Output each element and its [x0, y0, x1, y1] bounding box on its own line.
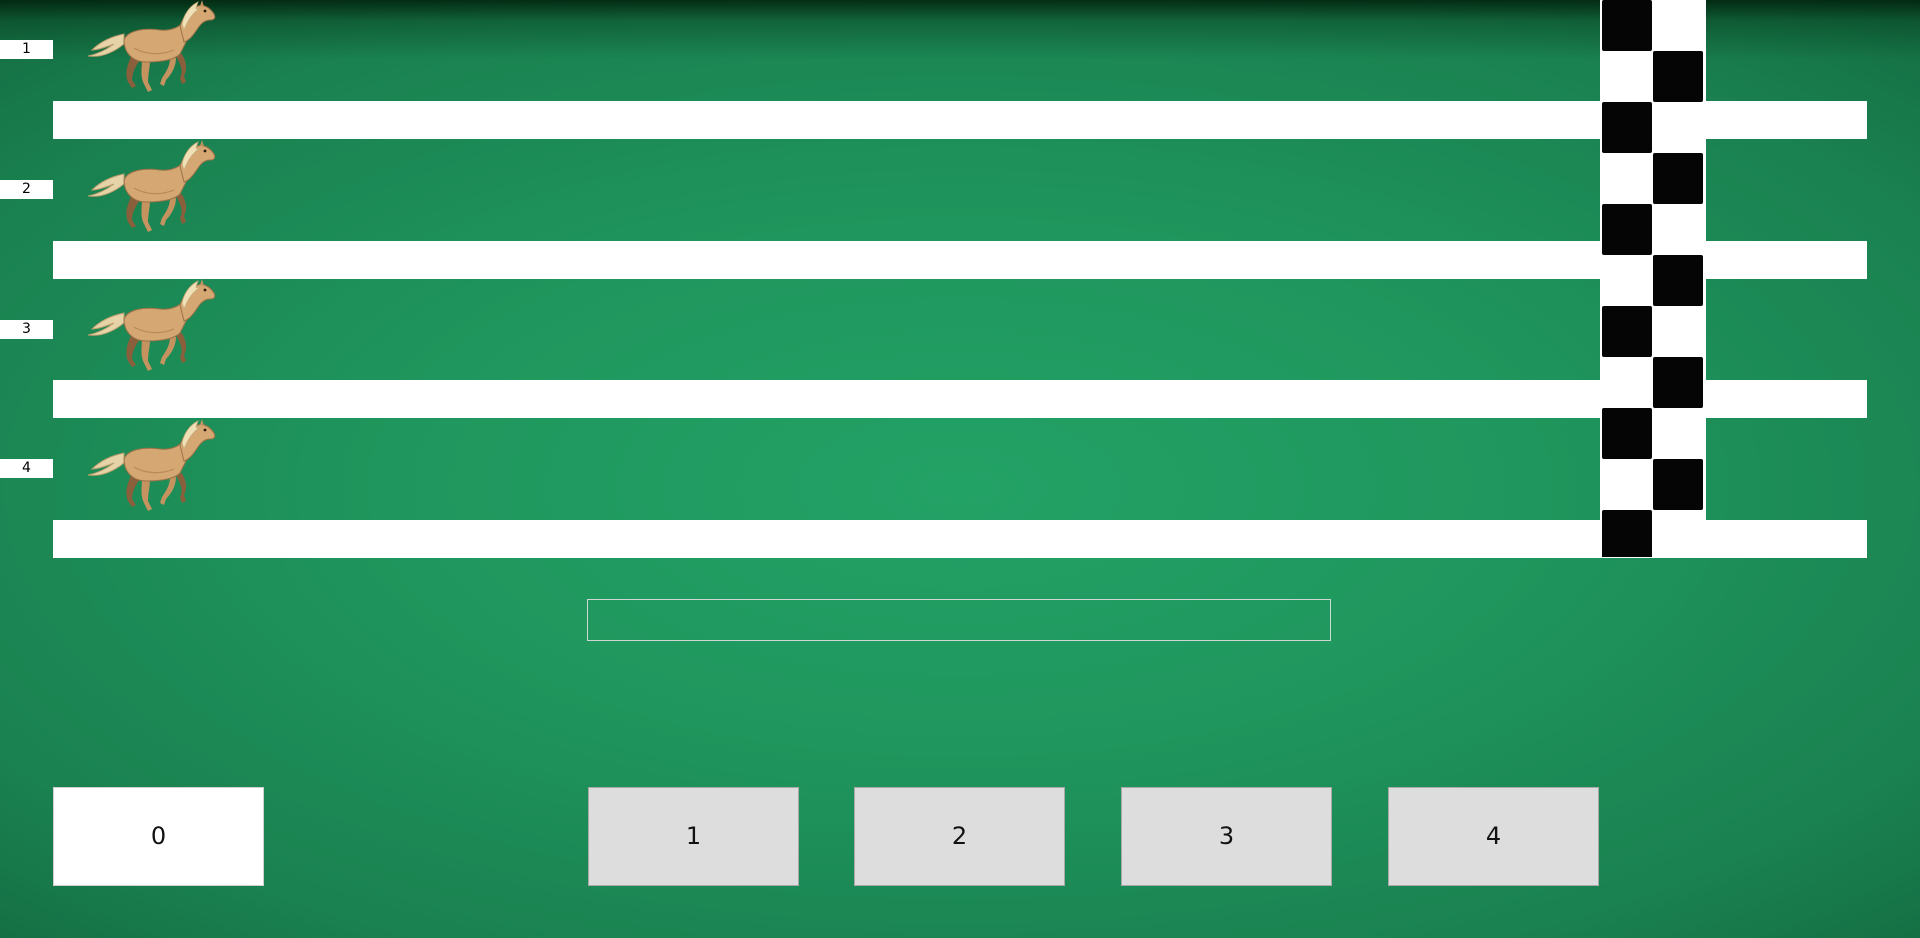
bet-horse-4-button[interactable]: 4 [1388, 787, 1599, 886]
finish-square [1653, 357, 1703, 408]
lane-number-4: 4 [0, 459, 53, 478]
horse-3-icon [84, 279, 218, 375]
race-message-box [587, 599, 1331, 641]
horse-4-icon [84, 419, 218, 515]
finish-square [1602, 408, 1652, 459]
lane-rail-3 [53, 380, 1867, 418]
horse-2-icon [84, 140, 218, 236]
finish-square [1653, 459, 1703, 510]
lane-number-3: 3 [0, 320, 53, 339]
bet-horse-1-button[interactable]: 1 [588, 787, 799, 886]
finish-square [1602, 306, 1652, 357]
lane-number-2: 2 [0, 180, 53, 199]
finish-square [1653, 255, 1703, 306]
lane-rail-2 [53, 241, 1867, 279]
finish-square [1602, 0, 1652, 51]
finish-square [1602, 510, 1652, 557]
finish-square [1602, 204, 1652, 255]
lane-rail-1 [53, 101, 1867, 139]
bet-horse-3-button[interactable]: 3 [1121, 787, 1332, 886]
finish-square [1602, 102, 1652, 153]
button-0[interactable]: 0 [53, 787, 264, 886]
lane-rail-4 [53, 520, 1867, 558]
finish-line [1600, 0, 1706, 557]
lane-number-1: 1 [0, 40, 53, 59]
finish-square [1653, 51, 1703, 102]
horse-1-icon [84, 0, 218, 96]
bet-horse-2-button[interactable]: 2 [854, 787, 1065, 886]
finish-square [1653, 153, 1703, 204]
